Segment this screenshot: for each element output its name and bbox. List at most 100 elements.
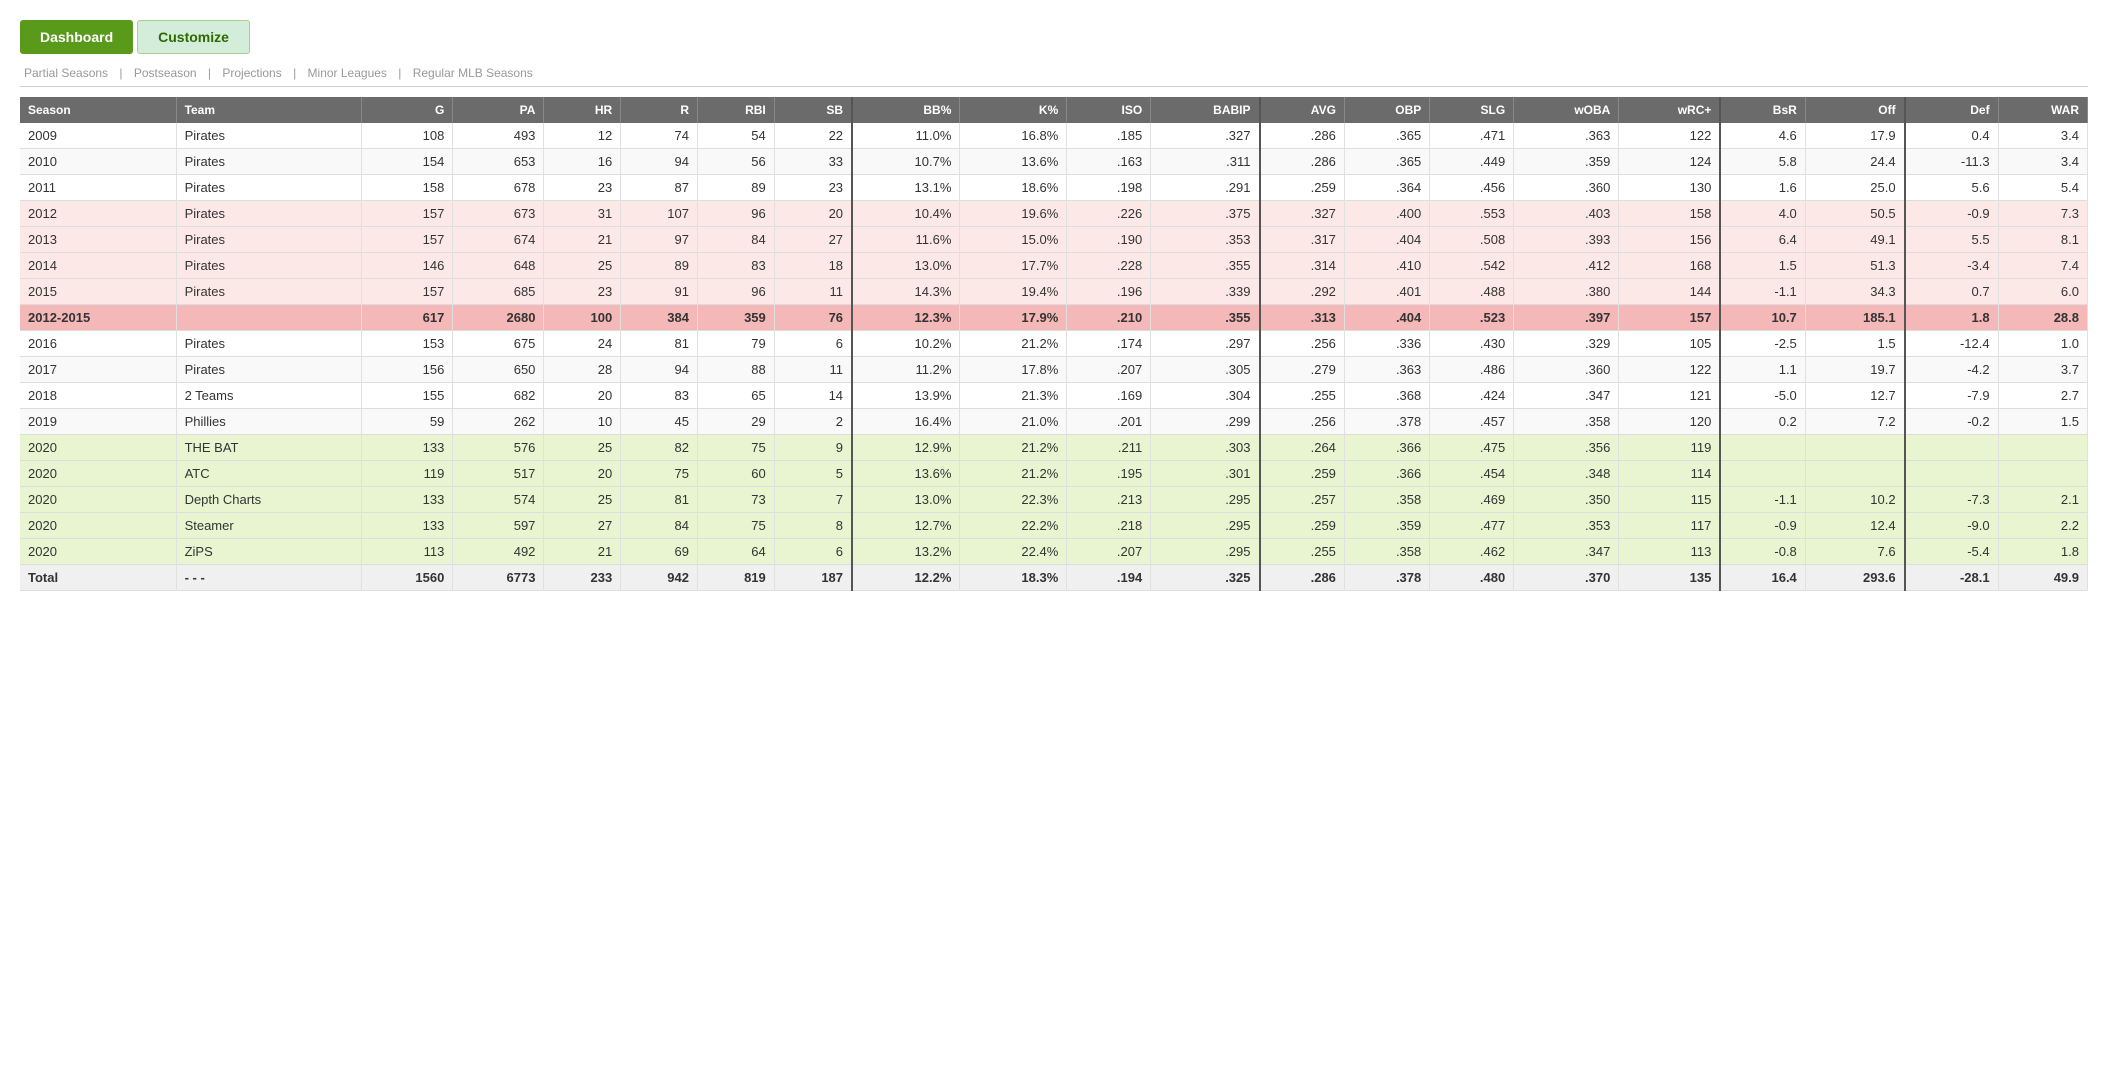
cell-obp: .378	[1344, 565, 1429, 591]
cell-obp: .404	[1344, 305, 1429, 331]
col-iso[interactable]: ISO	[1067, 97, 1151, 123]
cell-woba: .350	[1514, 487, 1619, 513]
cell-rbi: 89	[697, 175, 774, 201]
cell-season: 2020	[20, 487, 176, 513]
cell-r: 384	[621, 305, 698, 331]
cell-rbi: 88	[697, 357, 774, 383]
col-woba[interactable]: wOBA	[1514, 97, 1619, 123]
cell-babip: .303	[1151, 435, 1260, 461]
cell-season: 2011	[20, 175, 176, 201]
col-season[interactable]: Season	[20, 97, 176, 123]
col-avg[interactable]: AVG	[1260, 97, 1345, 123]
cell-r: 82	[621, 435, 698, 461]
cell-babip: .297	[1151, 331, 1260, 357]
col-team[interactable]: Team	[176, 97, 362, 123]
col-obp[interactable]: OBP	[1344, 97, 1429, 123]
cell-iso: .228	[1067, 253, 1151, 279]
cell-hr: 23	[544, 279, 621, 305]
cell-team: Pirates	[176, 331, 362, 357]
cell-r: 83	[621, 383, 698, 409]
cell-rbi: 96	[697, 279, 774, 305]
col-war[interactable]: WAR	[1998, 97, 2087, 123]
customize-button[interactable]: Customize	[137, 20, 250, 54]
cell-wrc: 113	[1619, 539, 1721, 565]
breadcrumb-projections[interactable]: Projections	[222, 66, 281, 80]
cell-season: 2013	[20, 227, 176, 253]
cell-k: 21.3%	[960, 383, 1067, 409]
col-g[interactable]: G	[362, 97, 453, 123]
cell-iso: .195	[1067, 461, 1151, 487]
cell-season: 2012-2015	[20, 305, 176, 331]
cell-hr: 233	[544, 565, 621, 591]
cell-season: 2020	[20, 435, 176, 461]
cell-pa: 2680	[453, 305, 544, 331]
cell-rbi: 60	[697, 461, 774, 487]
cell-bb: 12.3%	[852, 305, 960, 331]
dashboard-button[interactable]: Dashboard	[20, 20, 133, 54]
col-off[interactable]: Off	[1805, 97, 1904, 123]
cell-def: 0.7	[1905, 279, 1999, 305]
cell-hr: 28	[544, 357, 621, 383]
cell-iso: .218	[1067, 513, 1151, 539]
cell-r: 87	[621, 175, 698, 201]
cell-woba: .353	[1514, 513, 1619, 539]
cell-rbi: 73	[697, 487, 774, 513]
cell-k: 22.2%	[960, 513, 1067, 539]
col-babip[interactable]: BABIP	[1151, 97, 1260, 123]
col-pa[interactable]: PA	[453, 97, 544, 123]
col-r[interactable]: R	[621, 97, 698, 123]
cell-sb: 11	[774, 279, 852, 305]
col-slg[interactable]: SLG	[1430, 97, 1514, 123]
cell-woba: .397	[1514, 305, 1619, 331]
cell-avg: .257	[1260, 487, 1345, 513]
cell-iso: .213	[1067, 487, 1151, 513]
cell-off: 12.4	[1805, 513, 1904, 539]
cell-woba: .359	[1514, 149, 1619, 175]
cell-iso: .196	[1067, 279, 1151, 305]
cell-babip: .291	[1151, 175, 1260, 201]
cell-wrc: 144	[1619, 279, 1721, 305]
cell-off: 1.5	[1805, 331, 1904, 357]
cell-woba: .370	[1514, 565, 1619, 591]
cell-season: 2014	[20, 253, 176, 279]
cell-wrc: 122	[1619, 123, 1721, 149]
cell-pa: 678	[453, 175, 544, 201]
breadcrumb-partial[interactable]: Partial Seasons	[24, 66, 108, 80]
breadcrumb-minor[interactable]: Minor Leagues	[308, 66, 387, 80]
cell-obp: .366	[1344, 435, 1429, 461]
col-hr[interactable]: HR	[544, 97, 621, 123]
cell-def	[1905, 435, 1999, 461]
cell-obp: .363	[1344, 357, 1429, 383]
cell-obp: .401	[1344, 279, 1429, 305]
cell-slg: .471	[1430, 123, 1514, 149]
cell-slg: .553	[1430, 201, 1514, 227]
col-sb[interactable]: SB	[774, 97, 852, 123]
table-row: 2013Pirates1576742197842711.6%15.0%.190.…	[20, 227, 2088, 253]
cell-off	[1805, 435, 1904, 461]
cell-woba: .363	[1514, 123, 1619, 149]
cell-bsr: -2.5	[1720, 331, 1805, 357]
cell-g: 59	[362, 409, 453, 435]
cell-sb: 20	[774, 201, 852, 227]
cell-wrc: 122	[1619, 357, 1721, 383]
cell-war	[1998, 435, 2087, 461]
cell-bb: 10.7%	[852, 149, 960, 175]
cell-k: 13.6%	[960, 149, 1067, 175]
col-bb[interactable]: BB%	[852, 97, 960, 123]
col-bsr[interactable]: BsR	[1720, 97, 1805, 123]
cell-bb: 11.0%	[852, 123, 960, 149]
cell-war	[1998, 461, 2087, 487]
cell-woba: .360	[1514, 357, 1619, 383]
cell-slg: .449	[1430, 149, 1514, 175]
breadcrumb-postseason[interactable]: Postseason	[134, 66, 197, 80]
cell-slg: .477	[1430, 513, 1514, 539]
cell-pa: 517	[453, 461, 544, 487]
col-def[interactable]: Def	[1905, 97, 1999, 123]
cell-babip: .355	[1151, 305, 1260, 331]
cell-woba: .329	[1514, 331, 1619, 357]
breadcrumb-regular[interactable]: Regular MLB Seasons	[413, 66, 533, 80]
col-wrc[interactable]: wRC+	[1619, 97, 1721, 123]
col-k[interactable]: K%	[960, 97, 1067, 123]
col-rbi[interactable]: RBI	[697, 97, 774, 123]
cell-g: 617	[362, 305, 453, 331]
